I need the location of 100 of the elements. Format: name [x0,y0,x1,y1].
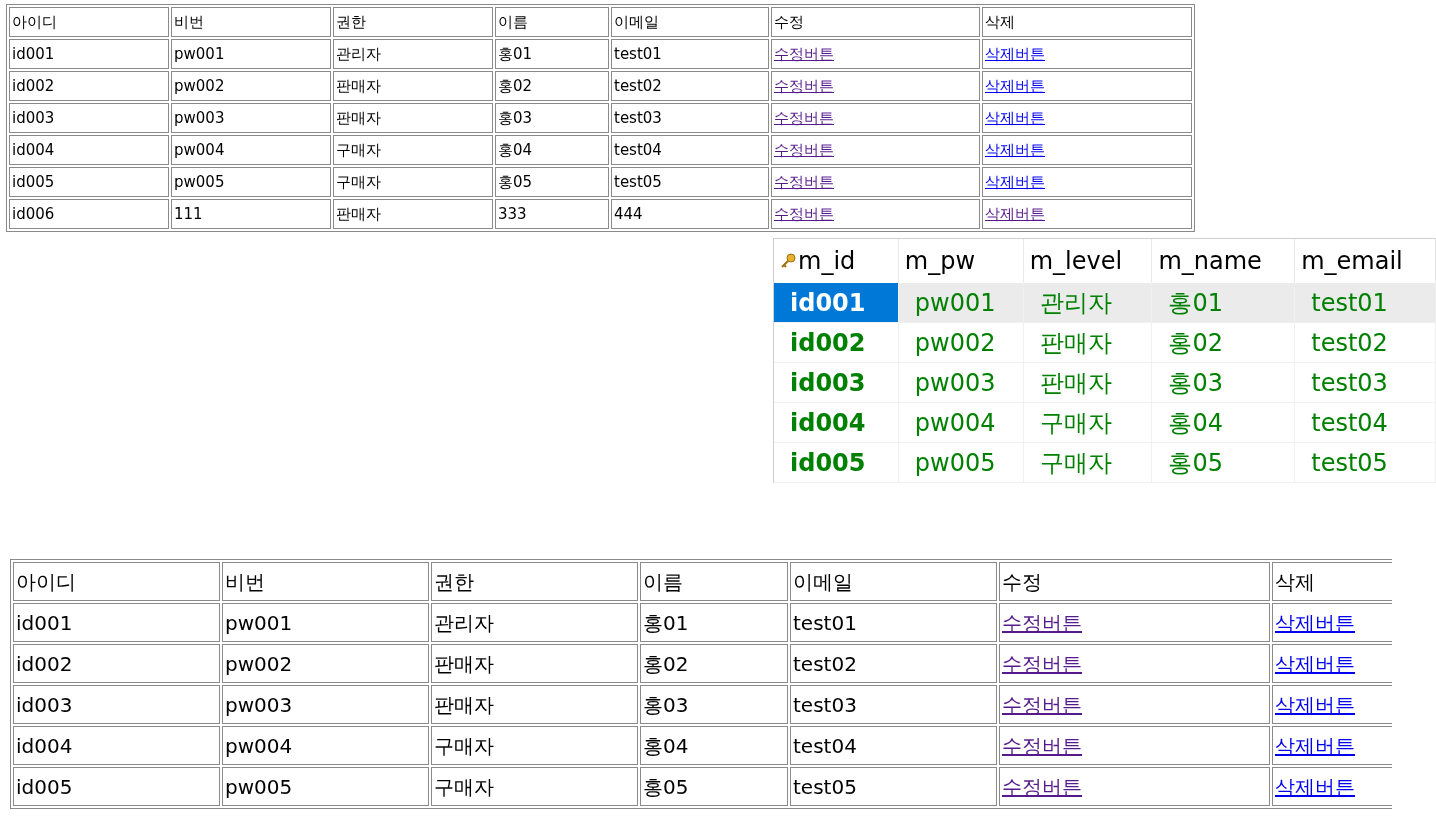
table-cell: 판매자 [333,199,493,229]
table-cell: id001 [13,603,220,642]
grid-cell-text: 구매자 [1039,407,1112,439]
table-cell: id004 [13,726,220,765]
column-header: 비번 [171,7,331,37]
grid-row[interactable]: id004 pw004 구매자 홍04 test04 [774,403,1436,443]
table-cell: id006 [9,199,169,229]
table-cell: test02 [611,71,769,101]
visited-link[interactable]: 수정버튼 [774,108,834,127]
grid-cell-text: id001 [790,287,866,319]
grid-cell-text: 홍01 [1168,287,1223,319]
table-cell: id003 [9,103,169,133]
table-cell: 홍04 [640,726,788,765]
table-cell: id002 [13,644,220,683]
visited-link[interactable]: 수정버튼 [1002,774,1082,799]
table-cell: 444 [611,199,769,229]
column-header: m_pw [904,246,976,277]
grid-row[interactable]: id002 pw002 판매자 홍02 test02 [774,323,1436,363]
table-cell: id005 [9,167,169,197]
column-header: 권한 [431,562,638,601]
grid-cell-text: pw004 [914,407,996,439]
grid-row[interactable]: id001 pw001 관리자 홍01 test01 [774,283,1436,323]
grid-cell-text: 구매자 [1039,447,1112,479]
table-cell: 홍01 [640,603,788,642]
column-header: 삭제 [982,7,1192,37]
grid-cell-text: pw003 [914,367,996,399]
visited-link[interactable]: 삭제버튼 [985,204,1045,223]
table-cell: pw002 [222,644,429,683]
table-cell: 홍02 [640,644,788,683]
table-cell: 333 [495,199,609,229]
table-cell: test04 [611,135,769,165]
visited-link[interactable]: 수정버튼 [774,140,834,159]
link[interactable]: 삭제버튼 [985,44,1045,63]
column-header: m_name [1158,246,1262,277]
visited-link[interactable]: 수정버튼 [774,76,834,95]
grid-cell-text: 홍02 [1168,327,1223,359]
table-cell: 홍05 [495,167,609,197]
table-cell: 구매자 [431,726,638,765]
table-cell: test05 [790,767,997,806]
grid-cell-text: pw001 [914,287,996,319]
column-header: m_email [1301,246,1403,277]
visited-link[interactable]: 수정버튼 [774,172,834,191]
grid-cell-text: 홍05 [1168,447,1223,479]
grid-cell-text: 판매자 [1039,367,1112,399]
table-cell: test01 [790,603,997,642]
grid-cell-text: test01 [1311,287,1388,319]
table-cell: 구매자 [333,135,493,165]
grid-row[interactable]: id005 pw005 구매자 홍05 test05 [774,443,1436,483]
table-cell: pw003 [222,685,429,724]
grid-cell-text: 판매자 [1039,327,1112,359]
grid-cell-text: 홍04 [1168,407,1223,439]
table-cell: pw001 [171,39,331,69]
table-cell: 관리자 [333,39,493,69]
table-cell: 홍02 [495,71,609,101]
table-cell: pw005 [171,167,331,197]
grid-cell-text: test03 [1311,367,1388,399]
table-cell: pw001 [222,603,429,642]
table-cell: test02 [790,644,997,683]
link[interactable]: 삭제버튼 [985,172,1045,191]
column-header: 이름 [640,562,788,601]
table-cell: test03 [790,685,997,724]
visited-link[interactable]: 수정버튼 [774,44,834,63]
key-icon [780,253,796,269]
visited-link[interactable]: 수정버튼 [774,204,834,223]
grid-cell-text: id005 [790,447,866,479]
column-header: 비번 [222,562,429,601]
grid-cell-text: id004 [790,407,866,439]
table-cell: pw003 [171,103,331,133]
grid-cell-text: test02 [1311,327,1388,359]
grid-cell-text: pw005 [914,447,996,479]
grid-cell-text: test04 [1311,407,1388,439]
column-header: 아이디 [13,562,220,601]
table-cell: id003 [13,685,220,724]
table-cell: 판매자 [333,103,493,133]
column-header: 권한 [333,7,493,37]
grid-row[interactable]: id003 pw003 판매자 홍03 test03 [774,363,1436,403]
link[interactable]: 삭제버튼 [985,140,1045,159]
table-cell: pw004 [171,135,331,165]
table-cell: test04 [790,726,997,765]
grid-cell-text: id002 [790,327,866,359]
table-cell: 홍03 [640,685,788,724]
grid-cell-text: pw002 [914,327,996,359]
column-header: 이메일 [611,7,769,37]
link[interactable]: 삭제버튼 [985,76,1045,95]
link[interactable]: 삭제버튼 [985,108,1045,127]
visited-link[interactable]: 수정버튼 [1002,733,1082,758]
visited-link[interactable]: 수정버튼 [1002,651,1082,676]
table-cell: 판매자 [431,685,638,724]
table-cell: 구매자 [431,767,638,806]
table-cell: test05 [611,167,769,197]
visited-link[interactable]: 수정버튼 [1002,692,1082,717]
visited-link[interactable]: 수정버튼 [1002,610,1082,635]
table-cell: pw004 [222,726,429,765]
column-header: 수정 [999,562,1270,601]
table-cell: test01 [611,39,769,69]
column-header: 삭제 [1272,562,1392,601]
column-header: 이름 [495,7,609,37]
table-cell: 홍04 [495,135,609,165]
table-cell: 구매자 [333,167,493,197]
column-header: m_level [1029,246,1123,277]
